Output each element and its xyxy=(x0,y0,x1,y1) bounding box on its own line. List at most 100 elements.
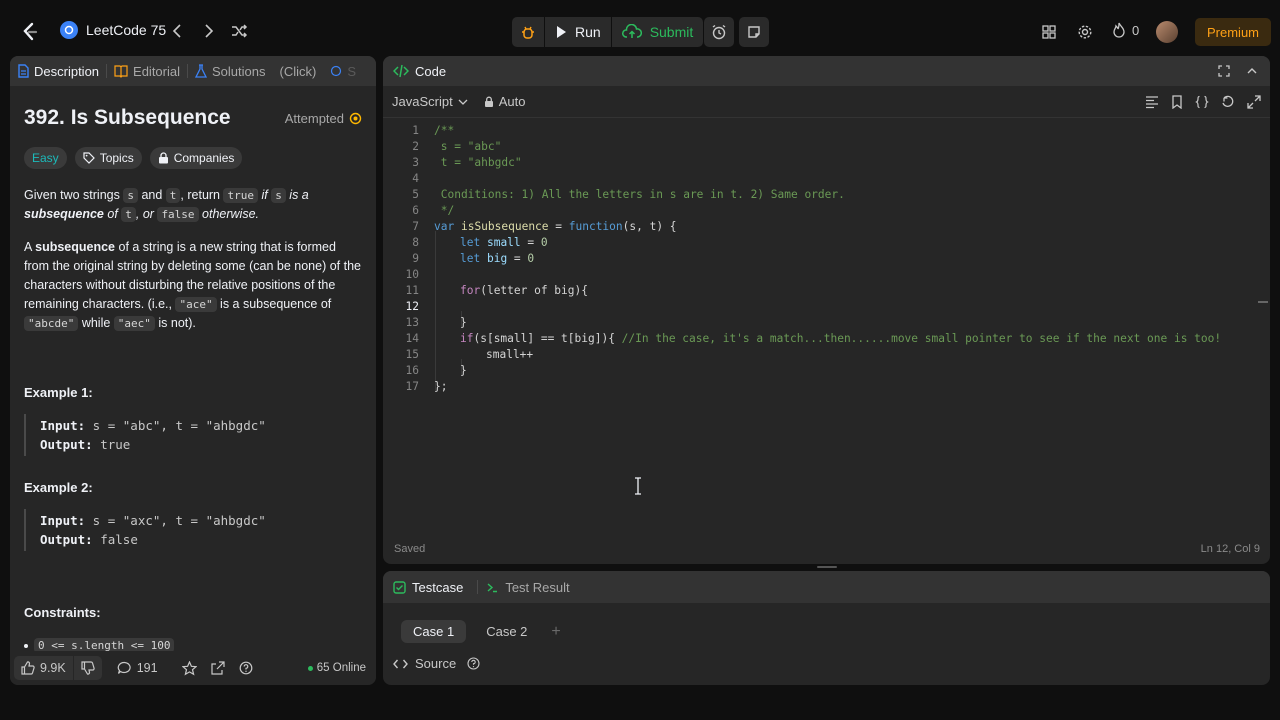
line-number: 1 xyxy=(412,124,419,137)
previous-problem-chevron-left-icon[interactable] xyxy=(170,22,186,40)
code-text: } xyxy=(460,364,467,377)
next-problem-chevron-right-icon[interactable] xyxy=(200,22,216,40)
tab-description[interactable]: Description xyxy=(10,64,106,79)
cursor-position: Ln 12, Col 9 xyxy=(1200,543,1260,555)
expand-icon[interactable] xyxy=(1247,94,1261,109)
notes-icon[interactable] xyxy=(739,17,769,47)
line-number: 8 xyxy=(412,236,419,249)
output-value: false xyxy=(92,532,138,547)
line-number: 4 xyxy=(412,172,419,185)
online-indicator: 65 Online xyxy=(307,662,372,674)
like-button[interactable]: 9.9K xyxy=(14,656,73,680)
inline-code: "abcde" xyxy=(24,316,79,331)
inline-code: true xyxy=(223,188,258,203)
scrollbar-marker[interactable] xyxy=(1258,301,1268,303)
code-tabbar: Code xyxy=(383,56,1270,86)
submit-button[interactable]: Submit xyxy=(611,17,704,47)
tab-submissions-label: S xyxy=(347,63,356,79)
case-1-tab[interactable]: Case 1 xyxy=(401,620,467,643)
save-status: Saved xyxy=(394,543,426,555)
chevron-down-icon xyxy=(458,98,468,106)
status-label: Attempted xyxy=(284,110,344,126)
run-button[interactable]: Run xyxy=(545,17,611,47)
code-text: (s, t) { xyxy=(622,220,677,233)
language-label: JavaScript xyxy=(392,94,453,109)
source-toggle[interactable]: Source xyxy=(383,656,1270,671)
tab-submissions[interactable]: S xyxy=(323,64,363,79)
tab-editorial-label: Editorial xyxy=(133,63,180,79)
premium-button[interactable]: Premium xyxy=(1195,18,1272,46)
tag-row: Easy Topics Companies xyxy=(24,147,362,169)
code-editor[interactable]: 1 /** 2 s = "abc" 3 t = "ahbgdc" 4 5 Cond… xyxy=(383,119,1270,539)
problem-list-button[interactable]: LeetCode 75 xyxy=(60,21,166,39)
code-text: if(s[small] == t[big]){ //In the case, i… xyxy=(460,331,1221,347)
source-label: Source xyxy=(415,656,457,671)
code-text: Conditions: 1) All the letters in s are … xyxy=(434,188,845,201)
difficulty-badge: Easy xyxy=(24,147,67,169)
tab-solutions[interactable]: Solutions xyxy=(188,64,272,79)
reset-undo-icon[interactable] xyxy=(1221,95,1235,109)
maximize-icon[interactable] xyxy=(1218,65,1230,77)
page-title[interactable]: 392. Is Subsequence xyxy=(24,106,231,130)
output-label: Output: xyxy=(40,532,93,547)
operator: = xyxy=(548,220,569,233)
code-line: 6 */ xyxy=(383,203,1263,219)
streak-count: 0 xyxy=(1132,22,1140,38)
topics-button[interactable]: Topics xyxy=(74,147,142,169)
streak-counter[interactable]: 0 xyxy=(1112,22,1139,38)
case-2-tab[interactable]: Case 2 xyxy=(474,620,539,643)
timer-alarm-icon[interactable] xyxy=(704,17,734,47)
collapse-chevron-icon[interactable] xyxy=(1246,65,1258,77)
share-icon[interactable] xyxy=(204,656,232,680)
favorite-star-icon[interactable] xyxy=(175,656,204,680)
history-icon xyxy=(330,65,342,77)
debugger-button[interactable] xyxy=(512,17,544,47)
comments-button[interactable]: 191 xyxy=(110,656,165,680)
example-1-output: Output: true xyxy=(40,435,362,454)
leetcode-logo-icon[interactable] xyxy=(20,22,40,42)
help-icon[interactable] xyxy=(232,656,260,680)
text: and xyxy=(137,188,166,202)
help-icon[interactable] xyxy=(467,657,480,670)
code-line: 9 let big = 0 xyxy=(383,251,1263,267)
keyword: function xyxy=(568,220,623,233)
problem-description: 392. Is Subsequence Attempted Easy Topic… xyxy=(10,106,376,653)
text: , return xyxy=(180,188,224,202)
code-text: var isSubsequence = function(s, t) { xyxy=(434,219,677,235)
code-panel: Code JavaScript Auto 1 /** 2 s = "abc" 3… xyxy=(383,56,1270,564)
avatar[interactable] xyxy=(1156,21,1178,43)
bookmark-icon[interactable] xyxy=(1171,94,1183,109)
tab-test-result[interactable]: Test Result xyxy=(486,580,570,595)
tab-code[interactable]: Code xyxy=(393,64,446,79)
tab-editorial[interactable]: Editorial xyxy=(107,64,187,79)
line-number: 13 xyxy=(405,316,419,329)
line-number: 12 xyxy=(405,300,419,313)
resize-handle[interactable] xyxy=(817,566,837,568)
description-footer: 9.9K 191 65 Online xyxy=(10,651,376,685)
dislike-button[interactable] xyxy=(73,656,102,680)
code-text: }; xyxy=(434,380,448,393)
gear-icon[interactable] xyxy=(1077,24,1093,40)
companies-button[interactable]: Companies xyxy=(149,147,243,169)
code-line: 7 var isSubsequence = function(s, t) { xyxy=(383,219,1263,235)
problem-list-label: LeetCode 75 xyxy=(86,22,167,38)
format-align-icon[interactable] xyxy=(1145,95,1159,109)
flame-icon xyxy=(1112,22,1126,38)
shuffle-icon[interactable] xyxy=(230,22,248,40)
code-text: /** xyxy=(434,124,455,137)
add-case-plus-icon[interactable]: + xyxy=(547,623,560,641)
tab-testcase[interactable]: Testcase xyxy=(393,580,463,595)
output-value: true xyxy=(92,437,131,452)
line-number: 17 xyxy=(405,380,419,393)
checkbox-icon xyxy=(393,580,406,594)
testcase-tabbar: Testcase Test Result xyxy=(383,571,1270,603)
code-line: 5 Conditions: 1) All the letters in s ar… xyxy=(383,187,1263,203)
code-text: for(letter of big){ xyxy=(460,283,588,299)
layout-grid-icon[interactable] xyxy=(1041,24,1057,40)
example-1-box: Input: s = "abc", t = "ahbgdc" Output: t… xyxy=(24,414,362,456)
status-badge: Attempted xyxy=(285,111,362,126)
braces-icon[interactable] xyxy=(1195,95,1209,109)
code-line: 1 /** xyxy=(383,123,1263,139)
language-select[interactable]: JavaScript xyxy=(392,94,468,109)
auto-mode-toggle[interactable]: Auto xyxy=(484,94,525,109)
